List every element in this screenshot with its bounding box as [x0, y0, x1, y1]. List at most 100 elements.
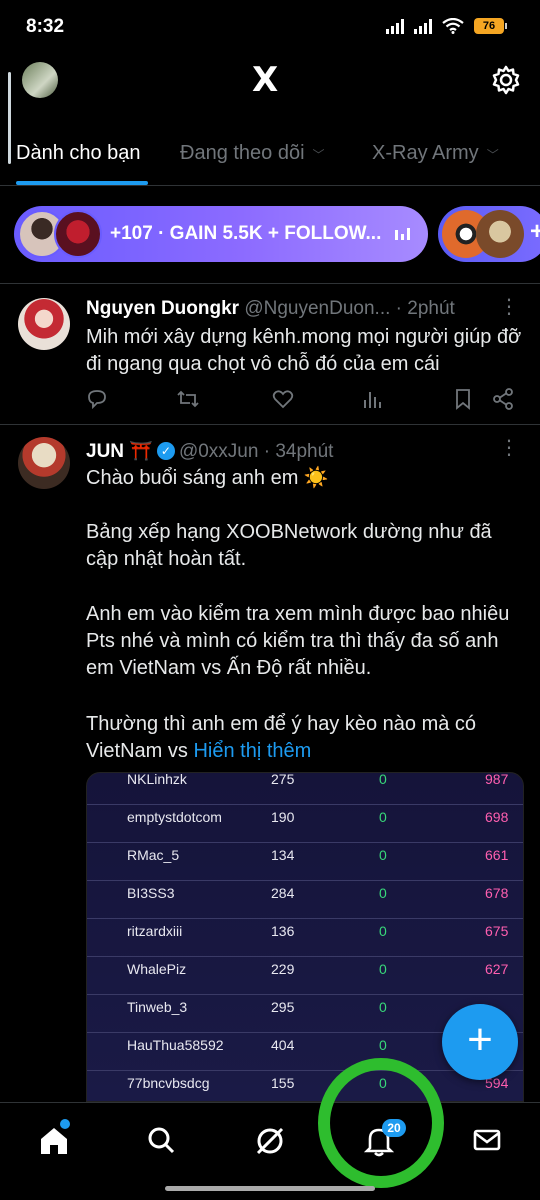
table-cell: 0 — [379, 961, 387, 977]
space-host-avatar — [54, 210, 102, 258]
table-row: RMac_5 134 0 661 — [87, 843, 523, 881]
table-cell: 0 — [379, 885, 387, 901]
table-cell: 698 — [485, 809, 509, 825]
table-cell: 295 — [271, 999, 295, 1015]
avatar[interactable] — [18, 437, 70, 489]
table-cell: 0 — [379, 1037, 387, 1053]
home-indicator[interactable] — [165, 1186, 375, 1191]
status-bar: 8:32 76 — [0, 0, 540, 56]
tab-active-indicator — [16, 181, 148, 185]
home-unread-dot — [60, 1119, 70, 1129]
table-cell: emptystdotcom — [127, 809, 222, 825]
tab-following[interactable]: Đang theo dõi ﹀ — [180, 142, 325, 165]
table-cell: 661 — [485, 847, 509, 863]
table-cell: 136 — [271, 923, 295, 939]
share-icon[interactable] — [492, 388, 514, 410]
app-header: X — [0, 56, 540, 110]
search-icon[interactable] — [146, 1125, 176, 1155]
space-host-avatar — [476, 210, 524, 258]
post-header: Nguyen Duongkr @NguyenDuon... · 2phút — [86, 298, 455, 320]
table-cell: Tinweb_3 — [127, 999, 188, 1015]
compose-button[interactable]: + — [442, 1004, 518, 1080]
feed-tabs: Dành cho bạn Đang theo dõi ﹀ X-Ray Army ﹀ — [0, 128, 540, 186]
reply-icon[interactable] — [86, 388, 108, 410]
post-text-paragraph: Bảng xếp hạng XOOBNetwork dường như đã c… — [86, 521, 492, 570]
post-text: Mih mới xây dựng kênh.mong mọi người giú… — [86, 326, 522, 375]
status-icons: 76 — [386, 18, 507, 34]
space-pill-2[interactable]: + — [438, 206, 540, 262]
post-text-paragraph: Anh em vào kiểm tra xem mình được bao nh… — [86, 603, 510, 679]
gear-icon[interactable] — [490, 64, 522, 96]
table-cell: RMac_5 — [127, 847, 180, 863]
table-cell: BI3SS3 — [127, 885, 175, 901]
highlight-circle — [318, 1058, 444, 1188]
status-time: 8:32 — [26, 16, 65, 37]
table-row: emptystdotcom 190 0 698 — [87, 805, 523, 843]
table-cell: WhalePiz — [127, 961, 187, 977]
table-cell: 0 — [379, 999, 387, 1015]
author-handle[interactable]: @NguyenDuon... — [244, 298, 390, 319]
table-cell: 627 — [485, 961, 509, 977]
signal-icon — [386, 18, 404, 34]
bookmark-icon[interactable] — [454, 388, 472, 410]
table-cell: 0 — [379, 923, 387, 939]
tab-xray-army[interactable]: X-Ray Army ﹀ — [372, 142, 499, 165]
chevron-down-icon: ﹀ — [486, 148, 499, 162]
more-icon[interactable]: ⋮ — [499, 435, 519, 460]
author-name[interactable]: JUN ⛩️ — [86, 441, 153, 462]
table-cell: 987 — [485, 772, 509, 787]
home-icon[interactable] — [38, 1125, 70, 1157]
grok-icon[interactable] — [254, 1125, 286, 1157]
views-icon[interactable] — [362, 388, 382, 410]
table-cell: 275 — [271, 772, 295, 787]
x-logo: X — [252, 60, 279, 100]
audio-wave-icon — [395, 228, 410, 240]
space-title: +107 · GAIN 5.5K + FOLLOW... — [110, 223, 382, 244]
signal-icon-2 — [414, 18, 432, 34]
post-time: · 34phút — [263, 441, 334, 462]
table-cell: NKLinhzk — [127, 772, 187, 787]
table-cell: 678 — [485, 885, 509, 901]
table-cell: HauThua58592 — [127, 1037, 224, 1053]
post-header: JUN ⛩️ ✓ @0xxJun · 34phút — [86, 439, 333, 463]
post-text-paragraph: Thường thì anh em để ý hay kèo nào mà có… — [86, 713, 477, 762]
author-name[interactable]: Nguyen Duongkr — [86, 298, 239, 319]
table-cell: 155 — [271, 1075, 295, 1091]
table-cell: 77bncvbsdcg — [127, 1075, 210, 1091]
tab-for-you[interactable]: Dành cho bạn — [16, 142, 141, 165]
post-time: · 2phút — [395, 298, 455, 319]
table-row: 77bncvbsdcg 155 0 594 — [87, 1071, 523, 1101]
author-handle[interactable]: @0xxJun — [179, 441, 259, 462]
table-cell: 229 — [271, 961, 295, 977]
plus-icon: + — [530, 218, 540, 245]
table-cell: 0 — [379, 847, 387, 863]
table-cell: ritzardxiii — [127, 923, 183, 939]
avatar[interactable] — [18, 298, 70, 350]
post[interactable]: Nguyen Duongkr @NguyenDuon... · 2phút ⋮ … — [0, 284, 540, 424]
battery-icon: 76 — [474, 18, 507, 34]
profile-avatar[interactable] — [22, 62, 58, 98]
table-cell: 0 — [379, 809, 387, 825]
verified-icon: ✓ — [156, 442, 175, 460]
spaces-bar: +107 · GAIN 5.5K + FOLLOW... + — [0, 186, 540, 284]
table-row: NKLinhzk 275 0 987 — [87, 772, 523, 805]
table-cell: 404 — [271, 1037, 295, 1053]
table-cell: 284 — [271, 885, 295, 901]
table-cell: 0 — [379, 772, 387, 787]
show-more-link[interactable]: Hiển thị thêm — [193, 740, 311, 762]
like-icon[interactable] — [272, 388, 294, 410]
repost-icon[interactable] — [176, 388, 200, 410]
post-text-line: Chào buổi sáng anh em ☀️ — [86, 467, 329, 489]
more-icon[interactable]: ⋮ — [499, 294, 519, 319]
table-row: BI3SS3 284 0 678 — [87, 881, 523, 919]
table-cell: 190 — [271, 809, 295, 825]
table-row: ritzardxiii 136 0 675 — [87, 919, 523, 957]
table-cell: 675 — [485, 923, 509, 939]
wifi-icon — [442, 18, 464, 34]
chevron-down-icon: ﹀ — [312, 148, 325, 162]
post-actions — [86, 388, 516, 416]
space-pill[interactable]: +107 · GAIN 5.5K + FOLLOW... — [14, 206, 428, 262]
table-row: WhalePiz 229 0 627 — [87, 957, 523, 995]
mail-icon[interactable] — [472, 1125, 502, 1155]
table-cell: 134 — [271, 847, 295, 863]
